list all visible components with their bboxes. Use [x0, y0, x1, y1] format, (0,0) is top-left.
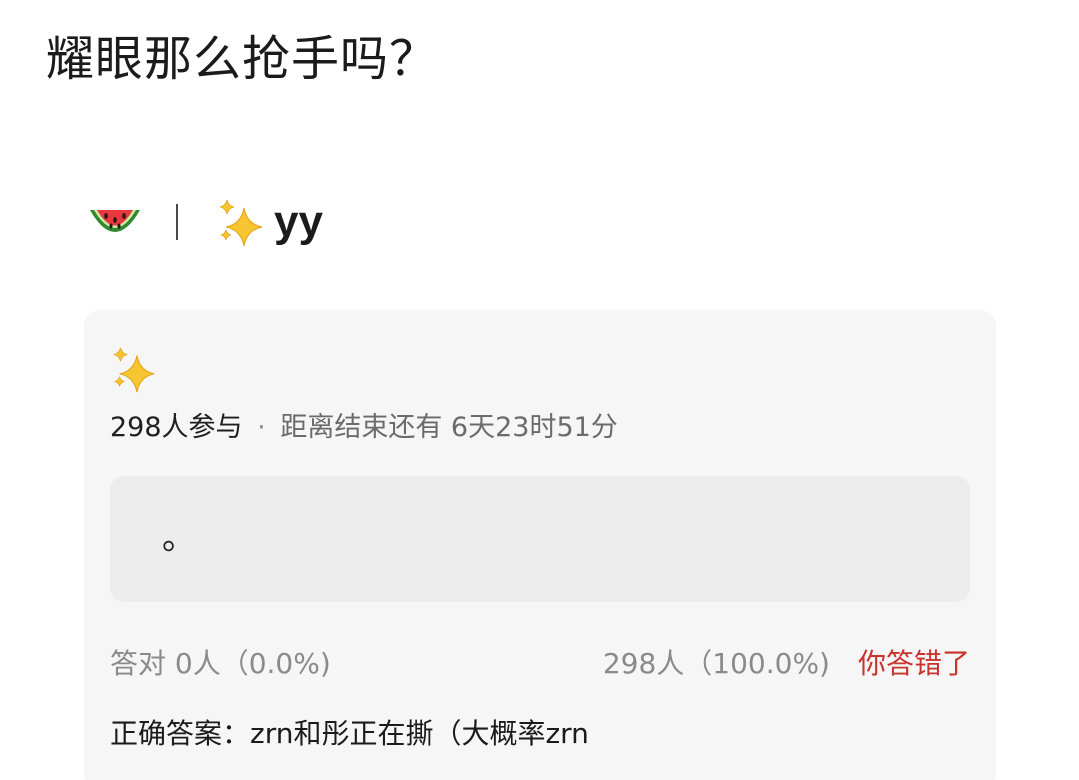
result-label: 你答错了 — [857, 647, 970, 680]
quiz-card: 298人参与 · 距离结束还有 6天23时51分 。 答对 0人（0.0%) 2… — [84, 310, 996, 780]
wrong-stats-group: 298人（100.0%) 你答错了 — [603, 644, 970, 684]
meta-separator: · — [257, 412, 266, 443]
author-divider — [176, 204, 178, 240]
author-name[interactable]: yy — [274, 194, 323, 250]
correct-stats: 答对 0人（0.0%) — [110, 647, 331, 680]
sparkles-icon — [108, 342, 162, 396]
post-title: 耀眼那么抢手吗？ — [46, 31, 439, 87]
countdown: 距离结束还有 6天23时51分 — [280, 412, 618, 443]
correct-answer: 正确答案：zrn和彤正在撕（大概率zrn — [110, 717, 589, 750]
sparkles-icon — [214, 194, 270, 250]
quiz-option[interactable]: 。 — [110, 476, 970, 602]
option-text: 。 — [162, 518, 196, 558]
watermelon-icon — [86, 202, 144, 242]
quiz-stats: 答对 0人（0.0%) 298人（100.0%) 你答错了 — [110, 644, 970, 684]
quiz-meta: 298人参与 · 距离结束还有 6天23时51分 — [110, 410, 618, 446]
wrong-stats: 298人（100.0%) — [602, 647, 830, 680]
author-row[interactable]: yy — [86, 194, 323, 250]
weibo-post: 耀眼那么抢手吗？ yy 298人参与 · 距离结束还有 6天23时51分 。 答… — [0, 0, 1079, 780]
participant-count: 298人参与 — [110, 412, 243, 443]
